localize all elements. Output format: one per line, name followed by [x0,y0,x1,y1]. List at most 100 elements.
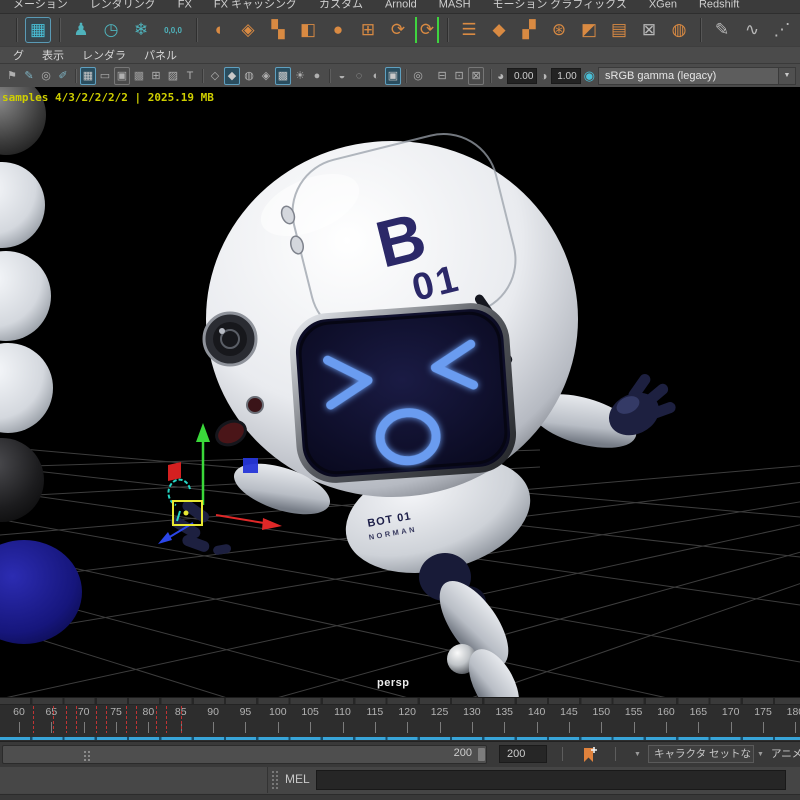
isolate-select-icon[interactable]: ◎ [410,67,426,85]
panel-menu-表示[interactable]: 表示 [33,47,73,63]
mash-stack-icon[interactable]: ☰ [456,17,482,43]
time-slider[interactable]: 6065707580859095100105110115120125130135… [0,697,800,741]
menu-FX[interactable]: FX [167,0,203,10]
panel-menu-パネル[interactable]: パネル [135,47,186,63]
menu-レンダリング[interactable]: レンダリング [79,0,167,10]
bottom-strip [0,794,800,800]
chevron-down-icon[interactable]: ▼ [634,751,641,758]
zero-transform-icon[interactable]: 0,0,0 [158,17,188,43]
curve-pencil-icon[interactable]: ✎ [709,17,735,43]
textured-icon[interactable]: ◍ [241,67,257,85]
checker-icon[interactable]: ▩ [275,67,291,85]
frame-label: 120 [398,706,416,718]
menu-XGen[interactable]: XGen [638,0,688,10]
snap-keys-icon[interactable]: ❄ [128,17,154,43]
mel-input[interactable] [316,770,786,790]
colorspace-value: sRGB gamma (legacy) [599,70,778,82]
zoom-select-icon[interactable]: ◎ [38,67,54,85]
select-highlight-icon[interactable]: ✎ [21,67,37,85]
frame-label: 140 [528,706,546,718]
mash-layers-icon[interactable]: ▤ [606,17,632,43]
curve-edit-icon[interactable]: ∿ [739,17,765,43]
exposure-field[interactable]: 0.00 [507,68,537,84]
range-end-handle[interactable] [478,748,485,761]
chevron-down-icon[interactable]: ▼ [778,68,795,84]
frame-tick [666,722,667,733]
mash-radial-icon[interactable]: ⊛ [546,17,572,43]
curve-points-icon[interactable]: ⋰ [769,17,795,43]
ao-icon[interactable]: ◒ [334,67,350,85]
screen-space-icon[interactable]: ⊠ [468,67,484,85]
panel-menu-グ[interactable]: グ [4,47,33,63]
gamma-field[interactable]: 1.00 [551,68,581,84]
menu-Redshift[interactable]: Redshift [688,0,750,10]
menu-Arnold[interactable]: Arnold [374,0,428,10]
range-end-label: 200 [454,747,472,759]
menu-MASH[interactable]: MASH [428,0,482,10]
mash-flip-icon[interactable]: ◩ [576,17,602,43]
motion-blur-icon[interactable]: ◌ [351,67,367,85]
wireframe-icon[interactable]: ◇ [207,67,223,85]
menu-モーション グラフィックス[interactable]: モーション グラフィックス [482,0,638,10]
mash-rotate-icon[interactable]: ⟳ [385,17,411,43]
chevron-down-icon[interactable]: ▼ [757,751,764,758]
range-slider[interactable]: 200 [2,745,487,764]
mash-add-grid-icon[interactable]: ⊞ [355,17,381,43]
resolution-gate-icon[interactable]: ▣ [114,67,130,85]
exposure-icon[interactable]: ◕ [497,69,504,83]
shadows-icon[interactable]: ● [309,67,325,85]
mash-world-icon[interactable]: ◈ [235,17,261,43]
gate-mask-icon[interactable]: ▩ [131,67,147,85]
frame-label: 125 [431,706,449,718]
film-gate-icon[interactable]: ▭ [97,67,113,85]
mash-points-icon[interactable]: ◍ [666,17,692,43]
frame-label: 180 [787,706,800,718]
image-plane-icon[interactable]: ▨ [165,67,181,85]
field-chart-icon[interactable]: T [182,67,198,85]
robot[interactable]: B 01 [169,123,677,697]
panel-menu-レンダラ[interactable]: レンダラ [73,47,135,63]
frame-tick [569,722,570,733]
mash-transform-icon[interactable]: ▞ [516,17,542,43]
mash-replicate-icon[interactable]: ◧ [295,17,321,43]
anim-layer-menu[interactable]: アニメー [771,746,800,763]
mash-cube-icon[interactable]: ◆ [486,17,512,43]
time-editor-icon[interactable]: ◷ [98,17,124,43]
material-spheres[interactable] [0,87,82,644]
shaded-icon[interactable]: ◆ [224,67,240,85]
mash-frame-icon[interactable]: ⊠ [636,17,662,43]
frame-label: 100 [269,706,287,718]
grease-pencil-icon[interactable]: ✐ [55,67,71,85]
range-slider-grip[interactable] [83,750,91,761]
wire-on-shaded-icon[interactable]: ◈ [258,67,274,85]
gamma-icon[interactable]: ◑ [540,69,547,83]
mash-orbit-icon[interactable]: ● [325,17,351,43]
pane-copy-icon[interactable]: ⊡ [451,67,467,85]
lights-icon[interactable]: ☀ [292,67,308,85]
bookmark-icon[interactable]: ⚑ [4,67,20,85]
pane-menu-icon[interactable]: ⊟ [434,67,450,85]
mash-grid-icon[interactable]: ▚ [265,17,291,43]
end-frame-field[interactable]: 200 [499,745,547,763]
mel-label[interactable]: MEL [285,772,310,786]
frame-label: 60 [13,706,25,718]
character-set-dropdown[interactable]: キャラクタ セットなし [648,745,754,763]
viewport-3d[interactable]: B 01 [0,87,800,697]
grid-toggle-icon[interactable]: ▦ [80,67,96,85]
dof-icon[interactable]: ◐ [368,67,384,85]
region-icon[interactable]: ⊞ [148,67,164,85]
frame-label: 65 [46,706,58,718]
mash-rotate-active-icon[interactable]: ⟳ [415,17,439,43]
command-line-grip[interactable] [271,770,278,790]
frame-tick [19,722,20,733]
menu-メーション[interactable]: メーション [2,0,79,10]
menu-FX キャッシング[interactable]: FX キャッシング [203,0,308,10]
bookmark-add-icon[interactable] [580,745,600,764]
menu-カスタム[interactable]: カスタム [308,0,374,10]
viewport-canvas[interactable]: B 01 [0,87,800,697]
anti-alias-icon[interactable]: ▣ [385,67,401,85]
shelf-browser-icon[interactable]: ▦ [25,17,51,43]
character-icon[interactable]: ♟ [68,17,94,43]
mash-waiter-icon[interactable]: ◖ [205,17,231,43]
colorspace-dropdown[interactable]: sRGB gamma (legacy) ▼ [598,67,796,85]
